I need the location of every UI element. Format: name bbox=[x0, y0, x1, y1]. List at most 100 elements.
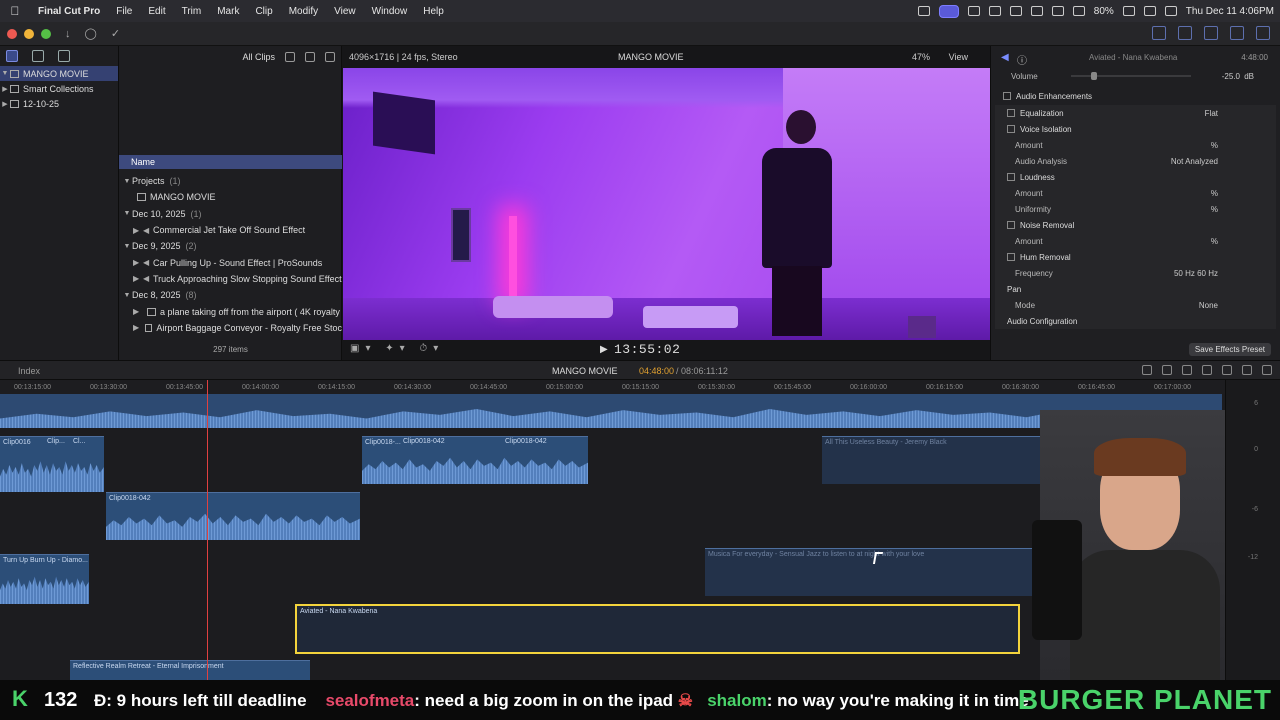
audio-clip[interactable]: Turn Up Burn Up - Diamo... bbox=[0, 554, 89, 604]
row-value[interactable]: % bbox=[1211, 237, 1218, 246]
timeline-toggle-icon[interactable] bbox=[1204, 26, 1218, 40]
list-item[interactable]: ▼ Dec 9, 2025 (2) bbox=[119, 238, 342, 254]
wifi-icon[interactable] bbox=[1072, 6, 1085, 16]
menu-help[interactable]: Help bbox=[415, 6, 452, 17]
inspector-row[interactable]: Frequency 50 Hz 60 Hz bbox=[995, 265, 1276, 281]
volume-icon[interactable] bbox=[1009, 6, 1022, 16]
list-item[interactable]: MANGO MOVIE bbox=[119, 189, 342, 205]
menu-view[interactable]: View bbox=[326, 6, 364, 17]
inspector-toggle-icon[interactable] bbox=[1230, 26, 1244, 40]
save-effects-preset-button[interactable]: Save Effects Preset bbox=[1188, 343, 1271, 356]
skimming-icon[interactable] bbox=[1182, 365, 1192, 375]
menu-edit[interactable]: Edit bbox=[140, 6, 173, 17]
music-clip[interactable]: Musica For everyday - Sensual Jazz to li… bbox=[705, 548, 1040, 596]
zoom-window-button[interactable] bbox=[41, 28, 51, 39]
disclosure-right-icon[interactable]: ▶ bbox=[0, 85, 10, 93]
layout-icon[interactable] bbox=[1152, 26, 1166, 40]
menu-app[interactable]: Final Cut Pro bbox=[30, 6, 108, 17]
solo-icon[interactable] bbox=[1222, 365, 1232, 375]
viewer-timecode[interactable]: 13:55:02 bbox=[614, 342, 680, 357]
browser-toggle-icon[interactable] bbox=[1178, 26, 1192, 40]
audio-enhancements-header[interactable]: Audio Enhancements bbox=[991, 88, 1280, 104]
list-view-icon[interactable] bbox=[305, 52, 315, 62]
play-status-icon[interactable] bbox=[988, 6, 1001, 16]
titles-generators-icon[interactable] bbox=[58, 50, 70, 62]
search-icon[interactable] bbox=[1143, 6, 1156, 16]
sidebar-item-event[interactable]: ▶ 12-10-25 bbox=[0, 96, 118, 111]
status-icon[interactable] bbox=[917, 6, 930, 16]
checkbox[interactable] bbox=[1007, 221, 1015, 229]
apple-icon[interactable]:  bbox=[0, 4, 30, 18]
disclosure-down-icon[interactable]: ▼ bbox=[122, 178, 132, 185]
row-value[interactable]: 50 Hz 60 Hz bbox=[1174, 269, 1218, 278]
audio-clip[interactable]: Cl... bbox=[70, 436, 100, 492]
audio-clip[interactable]: Reflective Realm Retreat - Eternal Impri… bbox=[70, 660, 310, 680]
inspector-row[interactable]: Noise Removal bbox=[995, 217, 1276, 233]
zoom-in-icon[interactable] bbox=[1162, 365, 1172, 375]
row-value[interactable]: Not Analyzed bbox=[1171, 157, 1218, 166]
play-icon[interactable]: ▶ bbox=[600, 344, 608, 355]
row-value[interactable]: Flat bbox=[1205, 109, 1218, 118]
list-item[interactable]: ▶ ◀ Commercial Jet Take Off Sound Effect bbox=[119, 222, 342, 238]
sidebar-item-smart-collections[interactable]: ▶ Smart Collections bbox=[0, 81, 118, 96]
control-icon[interactable] bbox=[967, 6, 980, 16]
minimize-window-button[interactable] bbox=[24, 28, 34, 39]
timeline-ruler[interactable]: 00:13:15:00 00:13:30:00 00:13:45:00 00:14:0… bbox=[0, 380, 1225, 394]
transform-tools-icon[interactable]: ▣▾ ✦▾ ⏱▾ bbox=[350, 343, 444, 354]
search-icon[interactable] bbox=[325, 52, 335, 62]
inspector-row[interactable]: Hum Removal bbox=[995, 249, 1276, 265]
index-button[interactable]: Index bbox=[18, 366, 40, 376]
disclosure-down-icon[interactable]: ▼ bbox=[0, 70, 10, 77]
inspector-row[interactable]: Mode None bbox=[995, 297, 1276, 313]
background-tasks-icon[interactable]: ✓ bbox=[111, 27, 120, 40]
photos-audio-icon[interactable] bbox=[32, 50, 44, 62]
disclosure-down-icon[interactable]: ▼ bbox=[122, 243, 132, 250]
audio-clip[interactable]: Clip0018-042 bbox=[502, 436, 588, 484]
disclosure-right-icon[interactable]: ▶ bbox=[133, 323, 141, 332]
name-column-header[interactable]: Name bbox=[119, 155, 342, 169]
display-icon[interactable] bbox=[1030, 6, 1043, 16]
zoom-dropdown[interactable]: 47% bbox=[912, 52, 930, 62]
bluetooth-icon[interactable] bbox=[1051, 6, 1064, 16]
disclosure-down-icon[interactable]: ▼ bbox=[122, 292, 132, 299]
sidebar-item-library[interactable]: ▼ MANGO MOVIE bbox=[0, 66, 118, 81]
list-item[interactable]: ▼ Dec 8, 2025 (8) bbox=[119, 287, 342, 303]
filmstrip-view-icon[interactable] bbox=[285, 52, 295, 62]
disclosure-right-icon[interactable]: ▶ bbox=[133, 307, 143, 316]
disclosure-down-icon[interactable]: ▼ bbox=[122, 210, 132, 217]
libraries-icon[interactable] bbox=[6, 50, 18, 62]
audio-tab-icon[interactable]: ◀ bbox=[1001, 52, 1009, 63]
checkbox[interactable] bbox=[1007, 253, 1015, 261]
inspector-row[interactable]: Audio Analysis Not Analyzed bbox=[995, 153, 1276, 169]
audio-clip[interactable]: Clip0018-042 bbox=[106, 492, 360, 540]
row-value[interactable]: None bbox=[1199, 301, 1218, 310]
playhead[interactable] bbox=[207, 380, 208, 680]
screen-mirror-icon[interactable] bbox=[938, 4, 959, 18]
info-tab-icon[interactable]: ⓘ bbox=[1017, 52, 1027, 67]
inspector-row[interactable]: Uniformity% bbox=[995, 201, 1276, 217]
list-item[interactable]: ▶ a plane taking off from the airport ( 4… bbox=[119, 303, 342, 319]
menu-mark[interactable]: Mark bbox=[209, 6, 247, 17]
disclosure-right-icon[interactable]: ▶ bbox=[0, 100, 10, 108]
menu-trim[interactable]: Trim bbox=[174, 6, 210, 17]
snapping-icon[interactable] bbox=[1242, 365, 1252, 375]
audio-clip[interactable]: Clip0018-042 bbox=[400, 436, 500, 484]
list-item[interactable]: ▶ ◀ Truck Approaching Slow Stopping Sound … bbox=[119, 271, 342, 287]
checkbox[interactable] bbox=[1007, 173, 1015, 181]
clip-filter-dropdown[interactable]: All Clips bbox=[242, 52, 275, 62]
disclosure-right-icon[interactable]: ▶ bbox=[133, 274, 143, 283]
selected-music-clip[interactable]: Aviated - Nana Kwabena bbox=[295, 604, 1020, 654]
inspector-row[interactable]: Amount% bbox=[995, 233, 1276, 249]
view-dropdown[interactable]: View bbox=[949, 52, 968, 62]
row-value[interactable]: % bbox=[1211, 189, 1218, 198]
share-icon[interactable] bbox=[1256, 26, 1270, 40]
keywords-icon[interactable]: ◯ bbox=[85, 27, 97, 40]
zoom-out-icon[interactable] bbox=[1142, 365, 1152, 375]
timeline-project-name[interactable]: MANGO MOVIE bbox=[552, 366, 618, 376]
inspector-row[interactable]: Pan bbox=[995, 281, 1276, 297]
primary-storyline[interactable] bbox=[0, 394, 1222, 428]
close-window-button[interactable] bbox=[7, 28, 17, 39]
control-center-icon[interactable] bbox=[1164, 6, 1177, 16]
inspector-row[interactable]: Loudness bbox=[995, 169, 1276, 185]
menu-modify[interactable]: Modify bbox=[281, 6, 326, 17]
